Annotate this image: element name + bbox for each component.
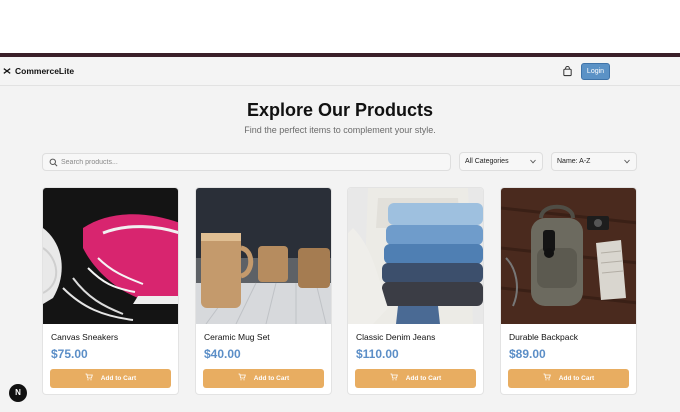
add-to-cart-label: Add to Cart — [558, 375, 595, 382]
product-name[interactable]: Durable Backpack — [509, 332, 578, 342]
search-box[interactable] — [42, 153, 451, 171]
navbar: CommerceLite Login — [0, 57, 680, 86]
category-select[interactable]: All Categories — [459, 152, 543, 171]
search-icon — [49, 158, 58, 167]
cart-mini-icon — [85, 373, 93, 381]
app-root: CommerceLite Login Explore Our Products … — [0, 57, 680, 412]
product-name[interactable]: Ceramic Mug Set — [204, 332, 270, 342]
cart-mini-icon — [543, 373, 551, 381]
cart-icon[interactable] — [562, 66, 573, 77]
page-title: Explore Our Products — [246, 100, 434, 120]
chevron-down-icon — [624, 159, 630, 164]
add-to-cart-label: Add to Cart — [100, 375, 137, 382]
login-button[interactable]: Login — [581, 63, 610, 80]
brand-name[interactable]: CommerceLite — [15, 66, 74, 76]
product-price: $89.00 — [509, 347, 546, 361]
add-to-cart-button[interactable]: Add to Cart — [355, 369, 476, 388]
product-price: $40.00 — [204, 347, 241, 361]
product-name[interactable]: Canvas Sneakers — [51, 332, 118, 342]
product-name[interactable]: Classic Denim Jeans — [356, 332, 435, 342]
chevron-down-icon — [530, 159, 536, 164]
cart-mini-icon — [390, 373, 398, 381]
category-select-value: All Categories — [465, 158, 509, 165]
product-price: $75.00 — [51, 347, 88, 361]
dev-tools-badge[interactable]: N — [9, 384, 27, 402]
product-image-mugs[interactable] — [196, 188, 332, 324]
product-image-backpack[interactable] — [501, 188, 637, 324]
product-card[interactable]: Canvas Sneakers $75.00 Add to Cart — [42, 187, 179, 395]
search-input[interactable] — [61, 156, 441, 169]
sort-select-value: Name: A-Z — [557, 158, 591, 165]
product-card[interactable]: Classic Denim Jeans $110.00 Add to Cart — [347, 187, 484, 395]
cart-mini-icon — [238, 373, 246, 381]
brand-logo-icon — [3, 68, 11, 74]
add-to-cart-button[interactable]: Add to Cart — [50, 369, 171, 388]
add-to-cart-label: Add to Cart — [253, 375, 290, 382]
product-card[interactable]: Ceramic Mug Set $40.00 Add to Cart — [195, 187, 332, 395]
product-image-sneakers[interactable] — [43, 188, 179, 324]
product-card[interactable]: Durable Backpack $89.00 Add to Cart — [500, 187, 637, 395]
add-to-cart-button[interactable]: Add to Cart — [203, 369, 324, 388]
product-image-jeans[interactable] — [348, 188, 484, 324]
outer-page-top — [0, 0, 680, 53]
sort-select[interactable]: Name: A-Z — [551, 152, 637, 171]
page-subtitle: Find the perfect items to complement you… — [244, 125, 436, 135]
product-price: $110.00 — [356, 347, 399, 361]
add-to-cart-label: Add to Cart — [405, 375, 442, 382]
add-to-cart-button[interactable]: Add to Cart — [508, 369, 629, 388]
